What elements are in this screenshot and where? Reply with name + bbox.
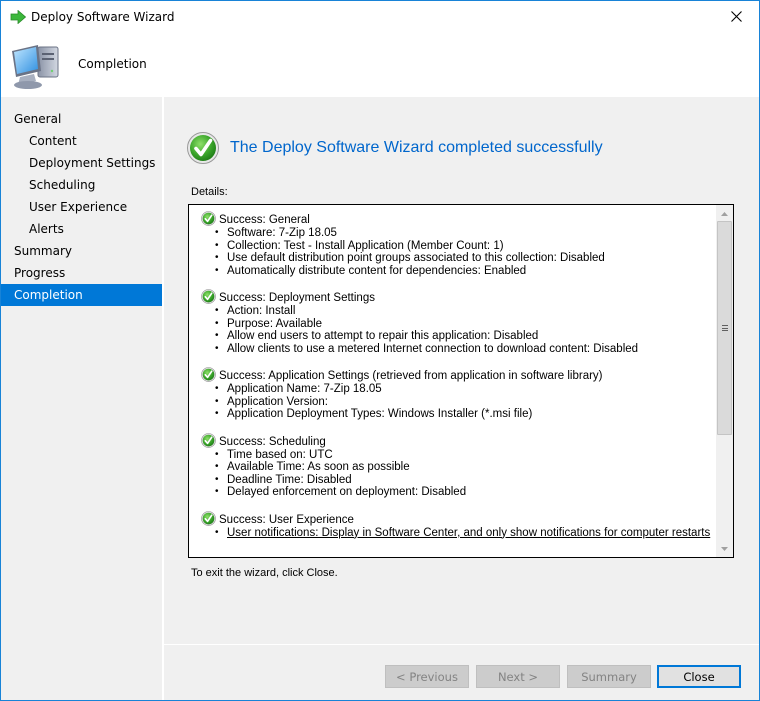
wizard-sidebar: General Content Deployment Settings Schedul… bbox=[1, 97, 162, 700]
sidebar-item-scheduling[interactable]: Scheduling bbox=[1, 174, 162, 196]
window-close-button[interactable] bbox=[713, 1, 759, 32]
scroll-thumb[interactable] bbox=[717, 221, 732, 435]
success-check-icon bbox=[201, 367, 216, 382]
green-arrow-icon bbox=[10, 10, 26, 24]
detail-list-item: Available Time: As soon as possible bbox=[215, 461, 717, 474]
completion-panel: The Deploy Software Wizard completed suc… bbox=[164, 97, 759, 644]
section-title: Success: General bbox=[219, 214, 310, 226]
section-title: Success: User Experience bbox=[219, 513, 354, 526]
sidebar-item-general[interactable]: General bbox=[1, 108, 162, 130]
detail-list-item: User notifications: Display in Software … bbox=[215, 527, 717, 540]
section-title: Success: Application Settings (retrieved… bbox=[219, 370, 603, 382]
wizard-header: Completion bbox=[1, 33, 759, 96]
next-button[interactable]: Next > bbox=[476, 665, 560, 688]
detail-list-item: Application Name: 7-Zip 18.05 bbox=[215, 383, 717, 396]
wizard-window: Deploy Software Wizard Completion Genera… bbox=[0, 0, 760, 701]
title-bar: Deploy Software Wizard bbox=[1, 1, 759, 33]
detail-list-item: Application Deployment Types: Windows In… bbox=[215, 408, 717, 421]
sidebar-item-completion[interactable]: Completion bbox=[1, 284, 162, 306]
success-check-icon bbox=[201, 289, 216, 304]
success-heading: The Deploy Software Wizard completed suc… bbox=[230, 139, 603, 156]
scroll-down-button[interactable] bbox=[716, 540, 733, 557]
detail-list-item: Delayed enforcement on deployment: Disab… bbox=[215, 486, 717, 499]
scroll-up-button[interactable] bbox=[716, 205, 733, 222]
success-check-icon bbox=[201, 510, 216, 526]
page-title: Completion bbox=[78, 57, 147, 71]
detail-list-item: Application Version: bbox=[215, 396, 717, 409]
details-label: Details: bbox=[191, 186, 228, 198]
detail-list-item: Allow clients to use a metered Internet … bbox=[215, 343, 717, 356]
section-heading: Success: Application Settings (retrieved… bbox=[201, 367, 717, 383]
previous-button[interactable]: < Previous bbox=[385, 665, 469, 688]
section-heading: Success: Deployment Settings bbox=[201, 289, 717, 305]
success-check-icon bbox=[201, 211, 216, 226]
close-button[interactable]: Close bbox=[657, 665, 741, 688]
wizard-step-list: General Content Deployment Settings Schedul… bbox=[1, 97, 162, 306]
sidebar-item-alerts[interactable]: Alerts bbox=[1, 218, 162, 240]
section-item-list: User notifications: Display in Software … bbox=[215, 527, 717, 540]
details-section: Success: Deployment SettingsAction: Inst… bbox=[201, 289, 717, 355]
section-item-list: Action: InstallPurpose: AvailableAllow e… bbox=[215, 305, 717, 355]
section-item-list: Application Name: 7-Zip 18.05Application… bbox=[215, 383, 717, 421]
detail-list-item: Deadline Time: Disabled bbox=[215, 474, 717, 487]
details-section: Success: GeneralSoftware: 7-Zip 18.05Col… bbox=[201, 211, 717, 277]
sidebar-item-progress[interactable]: Progress bbox=[1, 262, 162, 284]
detail-list-item: Software: 7-Zip 18.05 bbox=[215, 227, 717, 240]
detail-list-item: Collection: Test - Install Application (… bbox=[215, 240, 717, 253]
detail-list-item: Automatically distribute content for dep… bbox=[215, 265, 717, 278]
sidebar-item-content[interactable]: Content bbox=[1, 130, 162, 152]
detail-list-item: Action: Install bbox=[215, 305, 717, 318]
detail-list-item: Time based on: UTC bbox=[215, 449, 717, 462]
detail-list-item: Allow end users to attempt to repair thi… bbox=[215, 330, 717, 343]
detail-list-item: Use default distribution point groups as… bbox=[215, 252, 717, 265]
close-icon bbox=[730, 11, 742, 22]
section-item-list: Software: 7-Zip 18.05Collection: Test - … bbox=[215, 227, 717, 277]
scroll-up-arrow-icon bbox=[721, 211, 728, 216]
section-title: Success: Scheduling bbox=[219, 435, 326, 448]
sidebar-item-summary[interactable]: Summary bbox=[1, 240, 162, 262]
sidebar-item-deployment-settings[interactable]: Deployment Settings bbox=[1, 152, 162, 174]
section-title: Success: Deployment Settings bbox=[219, 292, 375, 304]
exit-instructions: To exit the wizard, click Close. bbox=[191, 567, 338, 579]
details-content: Success: GeneralSoftware: 7-Zip 18.05Col… bbox=[189, 205, 717, 557]
wizard-button-bar: < Previous Next > Summary Close bbox=[1, 645, 759, 700]
details-scrollbar[interactable] bbox=[716, 205, 733, 557]
computer-icon bbox=[12, 45, 59, 89]
window-title: Deploy Software Wizard bbox=[31, 10, 175, 24]
section-heading: Success: Scheduling bbox=[201, 432, 717, 449]
sidebar-item-user-experience[interactable]: User Experience bbox=[1, 196, 162, 218]
scroll-grip-icon bbox=[721, 325, 728, 331]
detail-list-item: Purpose: Available bbox=[215, 318, 717, 331]
details-section: Success: User ExperienceUser notificatio… bbox=[201, 510, 717, 540]
section-item-list: Time based on: UTCAvailable Time: As soo… bbox=[215, 449, 717, 499]
section-heading: Success: General bbox=[201, 211, 717, 227]
summary-button[interactable]: Summary bbox=[567, 665, 651, 688]
success-check-icon bbox=[201, 432, 216, 448]
details-textbox[interactable]: Success: GeneralSoftware: 7-Zip 18.05Col… bbox=[188, 204, 734, 558]
scroll-down-arrow-icon bbox=[721, 546, 728, 551]
details-section: Success: Application Settings (retrieved… bbox=[201, 367, 717, 421]
details-section: Success: SchedulingTime based on: UTCAva… bbox=[201, 432, 717, 499]
section-heading: Success: User Experience bbox=[201, 510, 717, 527]
success-check-icon bbox=[187, 132, 219, 164]
